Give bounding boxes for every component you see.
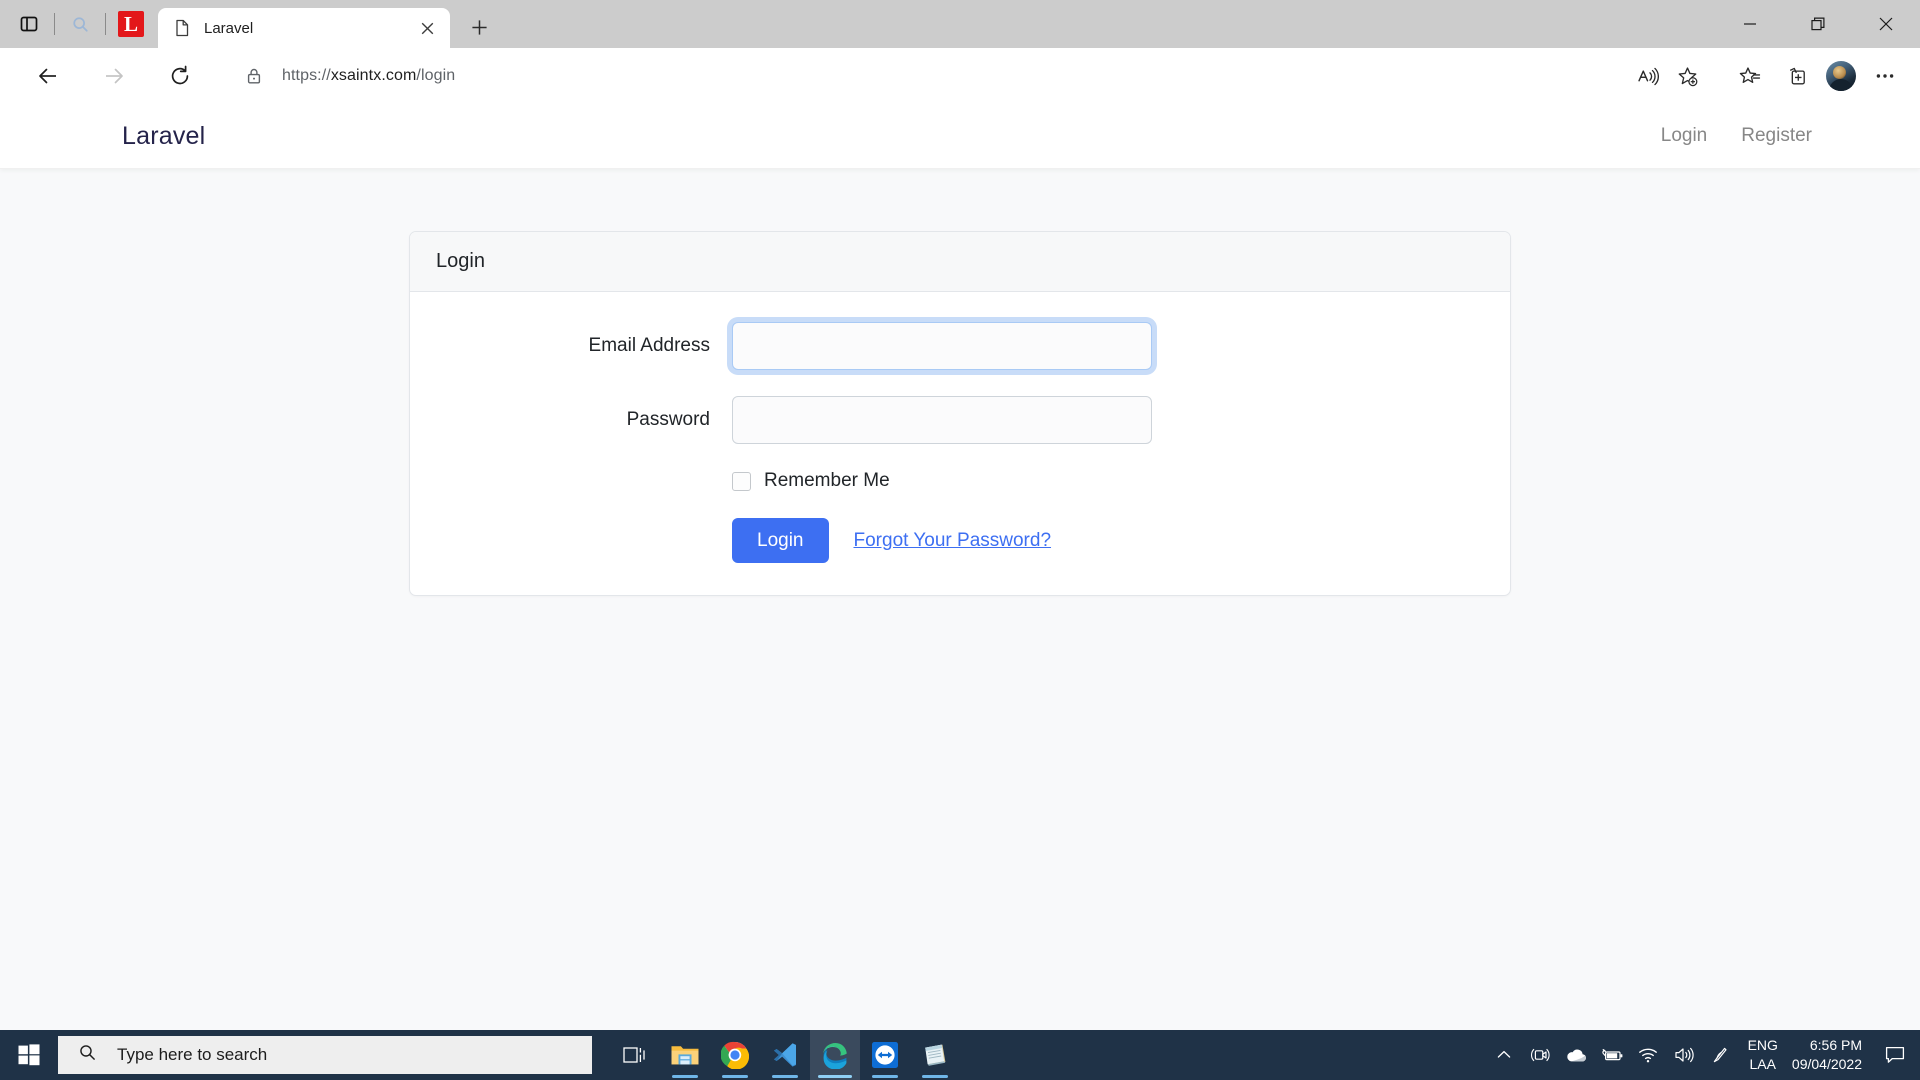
edge-icon[interactable] — [810, 1030, 860, 1080]
clock-date: 09/04/2022 — [1791, 1056, 1862, 1072]
chrome-icon[interactable] — [710, 1030, 760, 1080]
onedrive-cloud-icon[interactable] — [1558, 1030, 1594, 1080]
language-primary: ENG — [1747, 1037, 1778, 1054]
windows-start-icon[interactable] — [0, 1030, 58, 1080]
form-row-password: Password — [436, 396, 1484, 444]
url-path: /login — [416, 67, 456, 84]
windows-taskbar: Type here to search ENG LAA 6:56 PM 09/0… — [0, 1030, 1920, 1080]
forward-arrow-icon — [94, 56, 134, 96]
email-field[interactable] — [732, 322, 1152, 370]
remember-me-label[interactable]: Remember Me — [764, 470, 890, 492]
url-host: xsaintx.com — [330, 67, 417, 84]
chevron-up-icon[interactable] — [1486, 1030, 1522, 1080]
tab-strip: L Laravel — [0, 0, 1920, 48]
webcam-icon[interactable] — [1522, 1030, 1558, 1080]
form-row-email: Email Address — [436, 322, 1484, 370]
reload-icon[interactable] — [160, 56, 200, 96]
card-header: Login — [410, 232, 1510, 292]
search-icon[interactable] — [59, 4, 101, 44]
nav-link-register[interactable]: Register — [1741, 125, 1812, 147]
pen-tools-icon[interactable] — [1702, 1030, 1738, 1080]
tabstrip-divider-1 — [54, 13, 55, 35]
add-favorite-icon[interactable] — [1668, 57, 1706, 95]
pinned-favicon-letter: L — [118, 11, 144, 37]
tab-title: Laravel — [204, 19, 254, 37]
card-title: Login — [436, 250, 485, 272]
wifi-icon[interactable] — [1630, 1030, 1666, 1080]
login-button[interactable]: Login — [732, 518, 829, 563]
brand-link[interactable]: Laravel — [122, 122, 205, 151]
teamviewer-icon[interactable] — [860, 1030, 910, 1080]
login-card: Login Email Address Password Remember Me — [409, 231, 1511, 596]
notepad-icon[interactable] — [910, 1030, 960, 1080]
task-view-icon[interactable] — [610, 1030, 660, 1080]
form-actions: Login Forgot Your Password? — [732, 518, 1484, 563]
page-viewport: Laravel Login Register Login Email Addre… — [0, 104, 1920, 1030]
remember-me-row: Remember Me — [732, 470, 1484, 492]
more-options-icon[interactable] — [1866, 57, 1904, 95]
favorites-icon[interactable] — [1730, 57, 1768, 95]
browser-tab[interactable]: Laravel — [158, 8, 450, 48]
language-indicator[interactable]: ENG LAA — [1748, 1036, 1778, 1074]
battery-charging-icon[interactable] — [1594, 1030, 1630, 1080]
tabstrip-divider-2 — [105, 13, 106, 35]
browser-window: L Laravel https://xsaintx.com/login Lara… — [0, 0, 1920, 1030]
read-aloud-icon[interactable] — [1628, 57, 1666, 95]
browser-toolbar-right — [1730, 57, 1904, 95]
site-nav-links: Login Register — [1661, 125, 1812, 147]
site-navbar: Laravel Login Register — [0, 104, 1920, 169]
clock[interactable]: 6:56 PM 09/04/2022 — [1792, 1036, 1862, 1074]
vscode-icon[interactable] — [760, 1030, 810, 1080]
nav-link-login[interactable]: Login — [1661, 125, 1708, 147]
url-input[interactable]: https://xsaintx.com/login — [228, 57, 1716, 95]
close-icon[interactable] — [414, 15, 440, 41]
forgot-password-link[interactable]: Forgot Your Password? — [854, 530, 1052, 552]
card-container: Login Email Address Password Remember Me — [0, 169, 1920, 596]
file-explorer-icon[interactable] — [660, 1030, 710, 1080]
system-tray: ENG LAA 6:56 PM 09/04/2022 — [1486, 1030, 1920, 1080]
email-label: Email Address — [588, 335, 710, 356]
restore-icon[interactable] — [1784, 0, 1852, 48]
notification-icon[interactable] — [1878, 1030, 1912, 1080]
clock-time: 6:56 PM — [1809, 1037, 1862, 1054]
card-body: Email Address Password Remember Me Login… — [410, 292, 1510, 595]
remember-me-checkbox[interactable] — [732, 471, 751, 491]
pinned-site-icon[interactable]: L — [110, 4, 152, 44]
url-text: https://xsaintx.com/login — [282, 67, 455, 85]
password-field[interactable] — [732, 396, 1152, 444]
language-secondary: LAA — [1749, 1056, 1776, 1072]
tab-actions-icon[interactable] — [8, 4, 50, 44]
plus-icon[interactable] — [462, 10, 496, 44]
url-scheme: https:// — [282, 67, 331, 84]
document-icon — [172, 18, 192, 38]
address-bar: https://xsaintx.com/login — [0, 48, 1920, 104]
password-label: Password — [626, 409, 710, 430]
omnibox-right-icons — [1628, 57, 1706, 95]
lock-icon — [244, 66, 264, 86]
profile-avatar[interactable] — [1826, 61, 1856, 91]
tabstrip-left-controls: L — [8, 0, 152, 48]
taskbar-search-placeholder: Type here to search — [117, 1045, 268, 1064]
close-icon[interactable] — [1852, 0, 1920, 48]
search-icon — [78, 1043, 97, 1067]
minimize-icon[interactable] — [1716, 0, 1784, 48]
volume-icon[interactable] — [1666, 1030, 1702, 1080]
collections-icon[interactable] — [1778, 57, 1816, 95]
taskbar-app-buttons — [610, 1030, 960, 1080]
taskbar-search-input[interactable]: Type here to search — [58, 1036, 592, 1074]
back-arrow-icon[interactable] — [28, 56, 68, 96]
window-controls — [1716, 0, 1920, 48]
